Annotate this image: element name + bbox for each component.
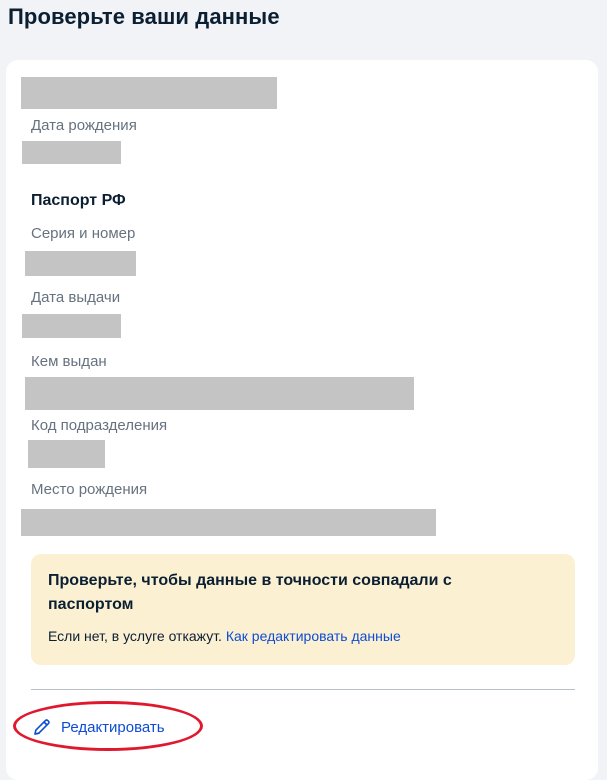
birth-place-label: Место рождения [31, 481, 148, 498]
birth-date-label: Дата рождения [31, 117, 137, 134]
edit-button[interactable]: Редактировать [32, 714, 165, 740]
edit-button-label: Редактировать [61, 718, 165, 736]
verification-notice: Проверьте, чтобы данные в точности совпа… [31, 554, 575, 665]
division-code-redacted [28, 440, 105, 468]
division-code-label: Код подразделения [31, 417, 168, 434]
page-title: Проверьте ваши данные [8, 4, 280, 29]
series-number-label: Серия и номер [31, 225, 136, 242]
issue-date-redacted [22, 314, 121, 338]
notice-message: Если нет, в услуге откажут. [48, 628, 222, 644]
birth-place-redacted [21, 509, 436, 536]
divider [31, 689, 575, 690]
birth-date-redacted [22, 141, 121, 164]
notice-title: Проверьте, чтобы данные в точности совпа… [48, 572, 452, 613]
issued-by-label: Кем выдан [31, 353, 107, 370]
full-name-redacted [21, 77, 277, 109]
notice-text: Если нет, в услуге откажут. Как редактир… [48, 628, 401, 644]
issued-by-redacted [25, 377, 414, 410]
pencil-icon [32, 717, 52, 737]
how-to-edit-link[interactable]: Как редактировать данные [226, 628, 401, 644]
passport-section-title: Паспорт РФ [31, 192, 126, 209]
issue-date-label: Дата выдачи [31, 289, 121, 306]
series-number-redacted [25, 251, 136, 276]
